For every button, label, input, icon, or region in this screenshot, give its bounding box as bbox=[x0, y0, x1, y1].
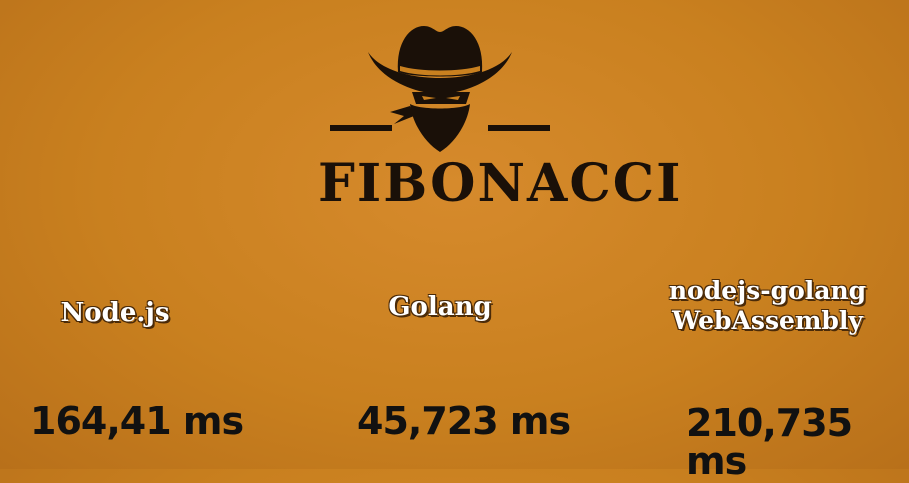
result-label-wasm-line1: nodejs-golang bbox=[668, 276, 867, 305]
cowboy-bandit-icon bbox=[320, 12, 560, 162]
result-label-golang: Golang bbox=[388, 292, 492, 322]
result-label-nodejs: Node.js bbox=[60, 298, 170, 328]
result-value-nodejs: 164,41 ms bbox=[30, 399, 244, 443]
result-value-golang: 45,723 ms bbox=[357, 399, 571, 443]
result-label-wasm: nodejs-golang WebAssembly bbox=[650, 276, 885, 336]
result-label-wasm-line2: WebAssembly bbox=[672, 306, 863, 335]
logo-title: FIBONACCI bbox=[318, 153, 683, 214]
